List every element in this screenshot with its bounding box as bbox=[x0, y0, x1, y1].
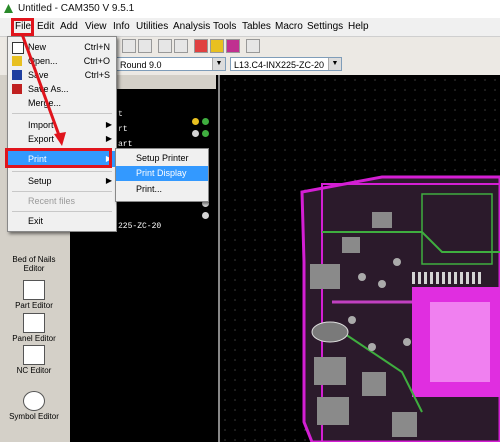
part-editor-icon bbox=[23, 280, 45, 300]
sidebar-item-label: Symbol Editor bbox=[9, 412, 59, 421]
pcb-artwork bbox=[300, 175, 500, 442]
menu-macro[interactable]: Macro bbox=[275, 21, 303, 32]
menu-item-print-display[interactable]: Print Display bbox=[116, 166, 208, 181]
sidebar-item-bed-of-nails[interactable]: Bed of Nails Editor bbox=[4, 255, 64, 273]
symbol-editor-icon bbox=[23, 391, 45, 411]
sidebar-item-nc-editor[interactable]: NC Editor bbox=[4, 345, 64, 375]
annotation-arrow-icon bbox=[20, 33, 66, 146]
print-submenu: Setup Printer Print Display Print... bbox=[115, 148, 209, 202]
submenu-arrow-icon: ▶ bbox=[105, 134, 112, 143]
menu-info[interactable]: Info bbox=[113, 21, 130, 32]
sidebar-item-part-editor[interactable]: Part Editor bbox=[4, 280, 64, 310]
menu-item-exit[interactable]: Exit bbox=[8, 213, 116, 229]
layer-dot[interactable] bbox=[192, 118, 199, 125]
sidebar-item-panel-editor[interactable]: Panel Editor bbox=[4, 313, 64, 343]
app-icon bbox=[4, 4, 13, 13]
zoom-in-icon[interactable] bbox=[122, 39, 136, 53]
menu-analysis[interactable]: Analysis bbox=[173, 21, 210, 32]
menu-item-recent-files: Recent files bbox=[28, 196, 76, 206]
menu-tools[interactable]: Tools bbox=[213, 21, 236, 32]
grid-icon[interactable] bbox=[158, 39, 172, 53]
menu-settings[interactable]: Settings bbox=[307, 21, 343, 32]
layer-dot[interactable] bbox=[202, 130, 209, 137]
measure-icon[interactable] bbox=[246, 39, 260, 53]
zoom-out-icon[interactable] bbox=[138, 39, 152, 53]
menu-item-setup[interactable]: Setup ▶ bbox=[8, 173, 116, 189]
sidebar-item-symbol-editor[interactable]: Symbol Editor bbox=[4, 391, 64, 421]
submenu-arrow-icon: ▶ bbox=[105, 176, 112, 185]
sidebar-item-label: Bed of Nails Editor bbox=[12, 255, 56, 273]
layer-dot[interactable] bbox=[202, 212, 209, 219]
select-icon[interactable] bbox=[174, 39, 188, 53]
layer-red-icon[interactable] bbox=[194, 39, 208, 53]
title-bar: Untitled - CAM350 V 9.5.1 bbox=[0, 0, 500, 18]
layer-row[interactable]: rt bbox=[118, 125, 128, 134]
menu-separator bbox=[12, 171, 112, 172]
menu-help[interactable]: Help bbox=[348, 21, 369, 32]
menu-view[interactable]: View bbox=[85, 21, 107, 32]
layer-magenta-icon[interactable] bbox=[226, 39, 240, 53]
layer-row[interactable]: t bbox=[118, 110, 123, 119]
menu-tables[interactable]: Tables bbox=[242, 21, 271, 32]
sidebar-item-label: NC Editor bbox=[16, 366, 52, 375]
menu-separator bbox=[12, 191, 112, 192]
sidebar-item-label: Panel Editor bbox=[12, 334, 56, 343]
window-title: Untitled - CAM350 V 9.5.1 bbox=[18, 3, 135, 14]
aperture-combo[interactable]: Round 9.0 ▼ bbox=[116, 57, 226, 71]
layer-dot[interactable] bbox=[192, 130, 199, 137]
menu-bar: File Edit Add View Info Utilities Analys… bbox=[0, 18, 500, 37]
layer-combo-value: L13.C4-INX225-ZC-20 bbox=[234, 60, 325, 70]
nc-editor-icon bbox=[23, 345, 45, 365]
layer-row[interactable]: 225-ZC-20 bbox=[118, 222, 161, 231]
chevron-down-icon[interactable]: ▼ bbox=[212, 58, 225, 70]
layer-combo[interactable]: L13.C4-INX225-ZC-20 ▼ bbox=[230, 57, 342, 71]
menu-item-print-dialog[interactable]: Print... bbox=[116, 182, 208, 197]
layer-yellow-icon[interactable] bbox=[210, 39, 224, 53]
sidebar-item-label: Part Editor bbox=[15, 301, 53, 310]
menu-separator bbox=[12, 211, 112, 212]
aperture-combo-value: Round 9.0 bbox=[120, 60, 162, 70]
menu-utilities[interactable]: Utilities bbox=[136, 21, 168, 32]
layer-dot[interactable] bbox=[202, 118, 209, 125]
chevron-down-icon[interactable]: ▼ bbox=[328, 58, 341, 70]
panel-editor-icon bbox=[23, 313, 45, 333]
menu-item-setup-printer[interactable]: Setup Printer bbox=[116, 151, 208, 166]
